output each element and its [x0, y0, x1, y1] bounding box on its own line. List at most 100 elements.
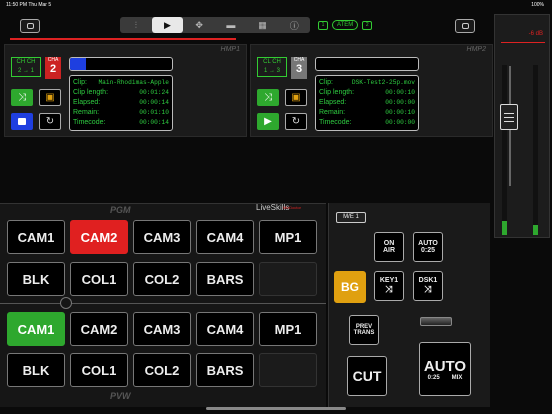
film-icon: ▣ [45, 92, 55, 103]
label-timecode: Timecode: [73, 119, 106, 126]
fork-icon: ⤨ [424, 284, 432, 294]
fader-grip-line [504, 113, 514, 114]
atem-right-icon[interactable]: 2 [362, 20, 373, 30]
audio-meter-right [533, 65, 538, 235]
audio-fader-handle[interactable] [500, 104, 518, 130]
pgm-row2-btn-blk[interactable]: BLK [7, 262, 65, 296]
move-icon: ✥ [195, 19, 203, 30]
fork-icon: ⤨ [385, 284, 393, 294]
bg-button[interactable]: BG [334, 271, 366, 303]
bus-divider [0, 303, 326, 304]
pgm-row2-btn-empty[interactable] [259, 262, 317, 296]
hmp1-clip-button[interactable]: ▣ [39, 89, 61, 106]
hmp1-progress-bar [69, 57, 173, 71]
atem-left-icon[interactable]: 1 [318, 20, 328, 30]
auto-sub: 0:25 MIX [428, 375, 463, 381]
key1-button[interactable]: KEY1 ⤨ [374, 271, 404, 301]
hmp2-clip-length: 00:00:10 [385, 89, 415, 96]
pvw-row1-btn-cam1[interactable]: CAM1 [7, 312, 65, 346]
audio-level-left [502, 221, 507, 235]
auto-time: 0:25 [427, 374, 440, 381]
hmp2-clip-button[interactable]: ▣ [285, 89, 307, 106]
pgm-row1-btn-cam1[interactable]: CAM1 [7, 220, 65, 254]
fader-grip-line [504, 121, 514, 122]
fork-icon: ⤨ [18, 92, 26, 103]
play-icon: ▶ [264, 116, 272, 127]
pgm-row2-btn-col2[interactable]: COL2 [133, 262, 191, 296]
hmp2-cha-badge[interactable]: CHA 3 [291, 57, 307, 79]
view-segmented-control: ⫶ ▶ ✥ ▬ ▦ ⓘ [120, 17, 310, 33]
key1-label: KEY1 [379, 277, 399, 284]
swap-icon[interactable] [60, 297, 72, 309]
hmp2-route: 1 → 3 [263, 68, 280, 74]
hmp2-channel-route[interactable]: CL CH 1 → 3 [257, 57, 287, 77]
view-tab-info-icon[interactable]: ⓘ [278, 17, 310, 33]
pgm-row1-btn-mp1[interactable]: MP1 [259, 220, 317, 254]
play-icon: ▶ [164, 19, 171, 30]
label-remain: Remain: [319, 109, 346, 116]
repeat-icon: ↻ [45, 116, 55, 127]
hmp2-cha-num: 3 [295, 63, 303, 75]
view-tab-screen-icon[interactable]: ▬ [215, 17, 247, 33]
me-selector[interactable]: M/E 1 [336, 212, 366, 223]
record-button[interactable] [455, 19, 475, 33]
pvw-row2-btn-blk[interactable]: BLK [7, 353, 65, 387]
audio-db-readout: -6 dB [528, 31, 543, 37]
fader-grip-line [504, 117, 514, 118]
status-bar: 11:50 PM Thu Mar 5 100% [0, 0, 552, 9]
hmp2-remain: 00:00:10 [385, 109, 415, 116]
hmp2-elapsed: 00:00:00 [385, 99, 415, 106]
app-root: 11:50 PM Thu Mar 5 100% ⫶ ▶ ✥ ▬ ▦ ⓘ 1 ATEM 2 … [0, 0, 552, 414]
stop-icon [18, 118, 26, 125]
pvw-row2-btn-empty[interactable] [259, 353, 317, 387]
fork-icon: ⤨ [264, 92, 272, 103]
pvw-row1-btn-cam2[interactable]: CAM2 [70, 312, 128, 346]
hmp1-cha-badge[interactable]: CHA 2 [45, 57, 61, 79]
battery-indicator: 100% [531, 2, 544, 8]
auto-small-button[interactable]: AUTO 0:25 [413, 232, 443, 262]
pvw-row2-btn-col1[interactable]: COL1 [70, 353, 128, 387]
atem-label[interactable]: ATEM [332, 20, 359, 30]
pvw-row1-btn-mp1[interactable]: MP1 [259, 312, 317, 346]
pgm-row1-btn-cam3[interactable]: CAM3 [133, 220, 191, 254]
pgm-row2-btn-bars[interactable]: BARS [196, 262, 254, 296]
home-indicator [206, 407, 346, 410]
hmp2-play-button[interactable]: ▶ [257, 113, 279, 130]
pgm-row1-btn-cam4[interactable]: CAM4 [196, 220, 254, 254]
hmp2-title: HMP2 [466, 46, 486, 53]
info-icon: ⓘ [289, 20, 299, 31]
pvw-row1-btn-cam3[interactable]: CAM3 [133, 312, 191, 346]
hmp1-repeat-button[interactable]: ↻ [39, 113, 61, 130]
cut-button[interactable]: CUT [347, 356, 387, 396]
hmp2-loop-button[interactable]: ⤨ [257, 89, 279, 106]
view-tab-mixer-icon[interactable]: ⫶ [120, 17, 152, 33]
pgm-row1-btn-cam2[interactable]: CAM2 [70, 220, 128, 254]
hmp1-info-box: Clip: Main-Rhodimas-Apple Clip length: 00:… [69, 75, 173, 131]
tbar-slider[interactable] [420, 317, 452, 326]
dsk1-label: DSK1 [418, 277, 438, 284]
hmp1-remain: 00:01:10 [139, 109, 169, 116]
hmp1-loop-button[interactable]: ⤨ [11, 89, 33, 106]
prev-trans-button[interactable]: PREV TRANS [349, 315, 379, 345]
view-tab-move-icon[interactable]: ✥ [183, 17, 215, 33]
hmp1-ch-text: CH CH [16, 59, 36, 65]
pgm-row2-btn-col1[interactable]: COL1 [70, 262, 128, 296]
audio-peak-line [501, 42, 545, 43]
hmp2-progress-bar [315, 57, 419, 71]
view-tab-play-icon[interactable]: ▶ [151, 17, 184, 33]
screenshot-button[interactable] [20, 19, 40, 33]
auto-button[interactable]: AUTO 0:25 MIX [419, 342, 471, 396]
hmp2-repeat-button[interactable]: ↻ [285, 113, 307, 130]
on-air-button[interactable]: ON AIR [374, 232, 404, 262]
dsk1-button[interactable]: DSK1 ⤨ [413, 271, 443, 301]
atem-connection: 1 ATEM 2 [318, 20, 373, 30]
hmp1-title: HMP1 [220, 46, 240, 53]
view-tab-grid-icon[interactable]: ▦ [247, 17, 279, 33]
on-air-line2: AIR [382, 247, 396, 254]
hmp1-stop-button[interactable] [11, 113, 33, 130]
pvw-row2-btn-col2[interactable]: COL2 [133, 353, 191, 387]
audio-level-right [533, 224, 538, 235]
pvw-row2-btn-bars[interactable]: BARS [196, 353, 254, 387]
hmp1-channel-route[interactable]: CH CH 2 → 1 [11, 57, 41, 77]
pvw-row1-btn-cam4[interactable]: CAM4 [196, 312, 254, 346]
